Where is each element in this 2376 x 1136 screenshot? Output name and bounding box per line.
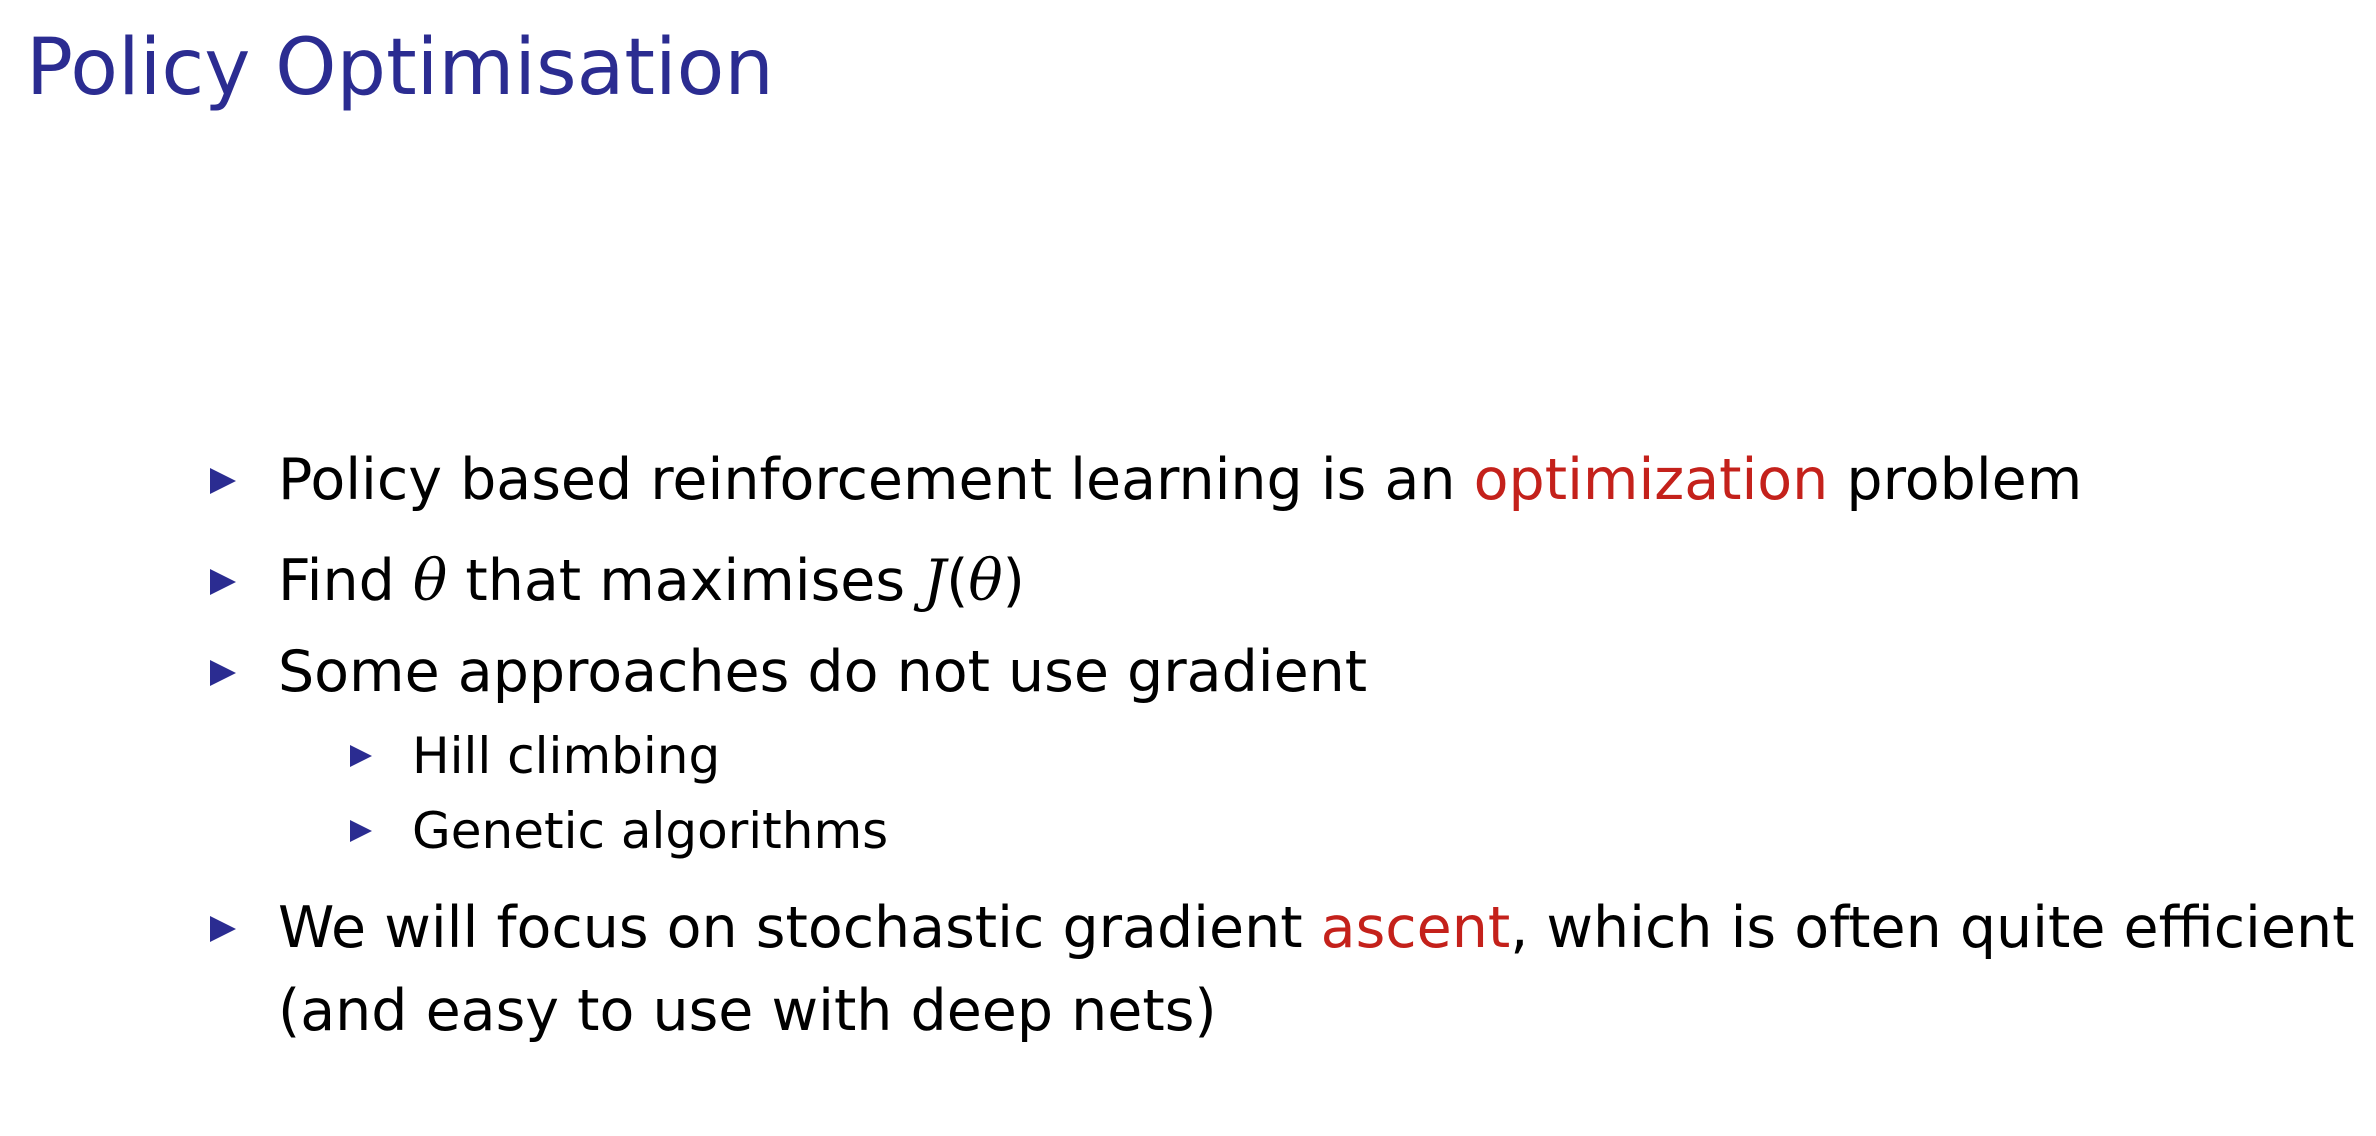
math-theta-arg: θ xyxy=(968,548,1003,614)
bullet-item-find-theta: Find θ that maximises J(θ) xyxy=(210,545,1025,617)
bullet-text-mid: that maximises xyxy=(447,548,924,614)
bullet-triangle-icon xyxy=(210,569,236,595)
bullet-item-no-gradient: Some approaches do not use gradient xyxy=(210,636,1368,708)
math-j: J xyxy=(923,548,947,614)
slide-title: Policy Optimisation xyxy=(26,23,774,113)
bullet-text-end: problem xyxy=(1828,447,2083,513)
sub-bullet-triangle-icon xyxy=(350,820,372,842)
bullet-triangle-icon xyxy=(210,468,236,494)
math-paren-close: ) xyxy=(1002,548,1025,614)
sub-bullet-text: Hill climbing xyxy=(412,727,721,785)
highlight-optimization: optimization xyxy=(1473,447,1829,513)
bullet-triangle-icon xyxy=(210,916,236,942)
bullet-text: Find xyxy=(278,548,413,614)
bullet-text: Policy based reinforcement learning is a… xyxy=(278,447,1474,513)
sub-bullet-item-hill-climbing: Hill climbing xyxy=(350,724,721,788)
sub-bullet-item-genetic-algorithms: Genetic algorithms xyxy=(350,799,889,863)
bullet-text: Some approaches do not use gradient xyxy=(278,639,1368,705)
bullet-text: We will focus on stochastic gradient xyxy=(278,895,1321,961)
bullet-item-stochastic-gradient-ascent: We will focus on stochastic gradient asc… xyxy=(210,892,2355,1047)
math-paren-open: ( xyxy=(946,548,969,614)
sub-bullet-text: Genetic algorithms xyxy=(412,802,889,860)
highlight-ascent: ascent xyxy=(1320,895,1511,961)
bullet-continuation-text: (and easy to use with deep nets) xyxy=(278,978,1217,1044)
sub-bullet-triangle-icon xyxy=(350,745,372,767)
math-theta: θ xyxy=(412,548,448,614)
bullet-triangle-icon xyxy=(210,660,236,686)
bullet-text-end: , which is often quite efficient xyxy=(1510,895,2355,961)
bullet-item-optimization: Policy based reinforcement learning is a… xyxy=(210,444,2083,516)
